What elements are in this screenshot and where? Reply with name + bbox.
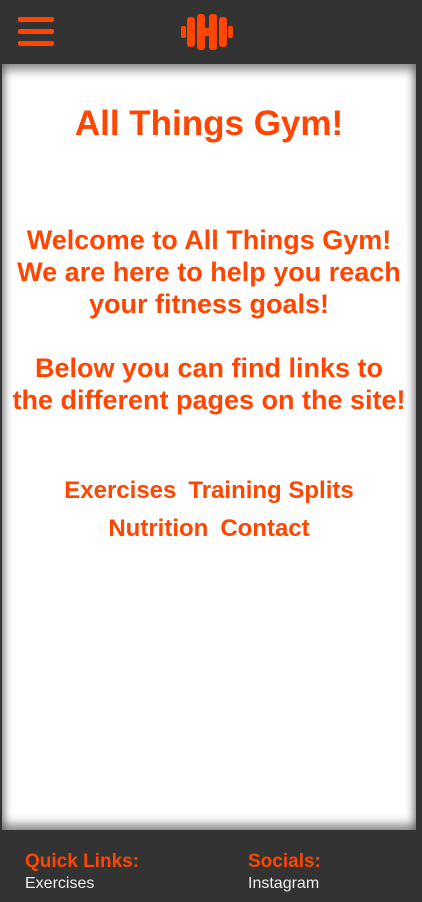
page-title: All Things Gym! xyxy=(74,104,344,143)
menu-bar xyxy=(18,29,54,34)
footer-link-instagram[interactable]: Instagram xyxy=(248,874,321,894)
link-exercises[interactable]: Exercises xyxy=(64,477,176,504)
menu-bar xyxy=(18,17,54,22)
link-contact[interactable]: Contact xyxy=(220,515,309,542)
footer-quick-links: Quick Links: Exercises xyxy=(25,850,139,894)
link-training-splits[interactable]: Training Splits xyxy=(188,477,353,504)
footer: Quick Links: Exercises Socials: Instagra… xyxy=(0,830,422,902)
dumbbell-icon[interactable] xyxy=(181,14,233,50)
welcome-text: Welcome to All Things Gym! We are here t… xyxy=(17,225,401,319)
socials-heading: Socials: xyxy=(248,851,321,872)
hamburger-icon[interactable] xyxy=(18,15,54,48)
footer-link-exercises[interactable]: Exercises xyxy=(25,874,139,894)
page-links: Exercises Training Splits Nutrition Contac… xyxy=(22,472,396,548)
footer-socials: Socials: Instagram xyxy=(248,850,321,894)
main-content: All Things Gym! Welcome to All Things Gy… xyxy=(2,64,416,830)
links-intro-text: Below you can find links to the differen… xyxy=(12,353,406,415)
menu-bar xyxy=(18,41,54,46)
quick-links-heading: Quick Links: xyxy=(25,851,140,872)
top-bar xyxy=(0,0,422,64)
link-nutrition[interactable]: Nutrition xyxy=(108,515,208,542)
